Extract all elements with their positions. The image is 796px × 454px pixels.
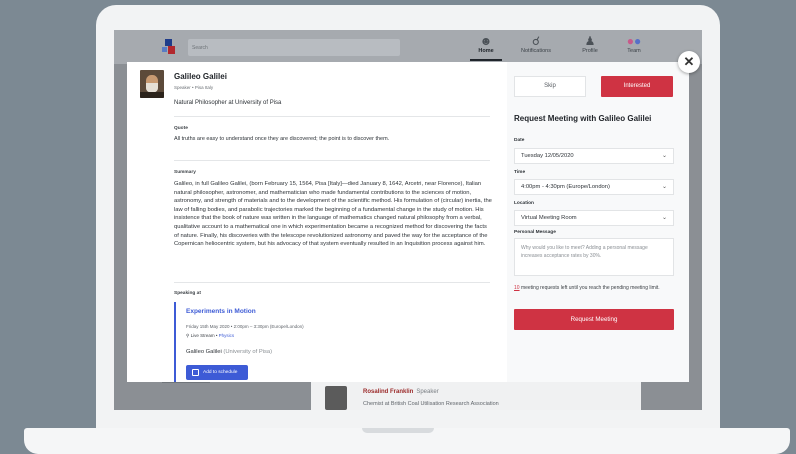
speaker-name: Galileo Galilei — [174, 72, 227, 81]
speaker-modal: Galileo Galilei Speaker • Pisa Italy Nat… — [127, 62, 689, 382]
session-location: ⚲ Live Stream • Physics — [186, 333, 235, 338]
close-icon: ✕ — [683, 54, 695, 69]
background-divider — [162, 382, 210, 383]
search-input[interactable]: Search — [188, 39, 400, 56]
session-location-label: Live Stream — [190, 333, 215, 338]
remaining-requests-text: meeting requests left until you reach th… — [520, 285, 660, 291]
remaining-requests-count: 10 — [514, 285, 520, 291]
add-to-schedule-button[interactable]: Add to schedule — [186, 365, 248, 380]
users-icon: ☻ — [479, 34, 493, 48]
session-speaker-name: Galileo Galilei — [186, 349, 222, 355]
speaker-badge: Speaker — [416, 389, 439, 395]
location-select[interactable]: Virtual Meeting Room ⌄ — [514, 210, 674, 226]
divider — [174, 160, 490, 161]
time-label: Time — [514, 170, 526, 175]
nav-home-label: Home — [478, 48, 494, 54]
session-speaker: Galileo Galilei (University of Pisa) — [186, 349, 272, 355]
date-value: Tuesday 12/05/2020 — [521, 153, 574, 159]
time-select[interactable]: 4:00pm - 4:30pm (Europe/London) ⌄ — [514, 179, 674, 195]
background-speaker-title: Chemist at British Coal Utilisation Rese… — [363, 401, 499, 407]
personal-message-textarea[interactable]: Why would you like to meet? Adding a per… — [514, 238, 674, 276]
chevron-down-icon: ⌄ — [661, 153, 667, 159]
session-track-tag[interactable]: Physics — [219, 333, 235, 338]
nav-home[interactable]: ☻ Home — [462, 34, 510, 61]
add-to-schedule-label: Add to schedule — [203, 370, 238, 375]
avatar — [325, 386, 347, 410]
nav-profile-label: Profile — [582, 48, 598, 54]
speaker-details-pane: Galileo Galilei Speaker • Pisa Italy Nat… — [127, 62, 495, 382]
session-speaker-affiliation: (University of Pisa) — [223, 349, 273, 355]
date-select[interactable]: Tuesday 12/05/2020 ⌄ — [514, 148, 674, 164]
skip-button[interactable]: Skip — [514, 76, 586, 97]
close-modal-button[interactable]: ✕ — [678, 51, 700, 73]
nav-notifications-label: Notifications — [521, 48, 551, 54]
laptop-notch — [362, 428, 434, 433]
chevron-down-icon: ⌄ — [661, 215, 667, 221]
app-top-bar: Search ☻ Home ☌ Notifications ♟ Profile … — [114, 30, 702, 64]
person-icon: ♟ — [584, 34, 596, 48]
nav-team-label: Team — [627, 48, 641, 54]
quote-text: All truths are easy to understand once t… — [174, 136, 390, 142]
interested-button[interactable]: Interested — [601, 76, 673, 97]
nav-team[interactable]: ●● Team — [610, 34, 658, 54]
request-meeting-button[interactable]: Request Meeting — [514, 309, 674, 330]
nav-notifications[interactable]: ☌ Notifications — [512, 34, 560, 54]
background-speaker-card[interactable]: Rosalind Franklin Speaker Chemist at Brit… — [311, 382, 641, 410]
divider — [174, 282, 490, 283]
bell-icon: ☌ — [531, 34, 541, 48]
meeting-limit-notice: 10 meeting requests left until you reach… — [514, 284, 674, 292]
date-label: Date — [514, 138, 525, 143]
location-pin-icon: ⚲ — [186, 333, 190, 338]
session-title-link[interactable]: Experiments in Motion — [186, 308, 256, 315]
summary-label: Summary — [174, 170, 196, 175]
speaking-at-label: Speaking at — [174, 291, 201, 296]
laptop-screen: Search ☻ Home ☌ Notifications ♟ Profile … — [114, 30, 702, 410]
team-icon: ●● — [626, 34, 642, 48]
summary-text: Galileo, in full Galileo Galilei, (born … — [174, 181, 492, 248]
calendar-icon — [192, 369, 199, 376]
speaker-subtitle: Speaker • Pisa Italy — [174, 85, 214, 90]
avatar — [140, 70, 164, 98]
background-speaker-name: Rosalind Franklin Speaker — [363, 389, 439, 395]
location-value: Virtual Meeting Room — [521, 215, 577, 221]
divider — [174, 116, 490, 117]
quote-label: Quote — [174, 126, 188, 131]
time-value: 4:00pm - 4:30pm (Europe/London) — [521, 184, 610, 190]
session-card: Experiments in Motion Friday 15th May 20… — [174, 302, 394, 382]
nav-profile[interactable]: ♟ Profile — [566, 34, 614, 54]
location-label: Location — [514, 201, 534, 206]
personal-message-label: Personal Message — [514, 230, 556, 235]
app-logo[interactable] — [162, 39, 176, 55]
chevron-down-icon: ⌄ — [661, 184, 667, 190]
speaker-headline: Natural Philosopher at University of Pis… — [174, 100, 282, 106]
meeting-request-pane: Skip Interested Request Meeting with Gal… — [507, 62, 689, 382]
request-meeting-title: Request Meeting with Galileo Galilei — [514, 114, 652, 123]
session-time: Friday 15th May 2020 • 2:00pm – 3:30pm (… — [186, 324, 304, 329]
